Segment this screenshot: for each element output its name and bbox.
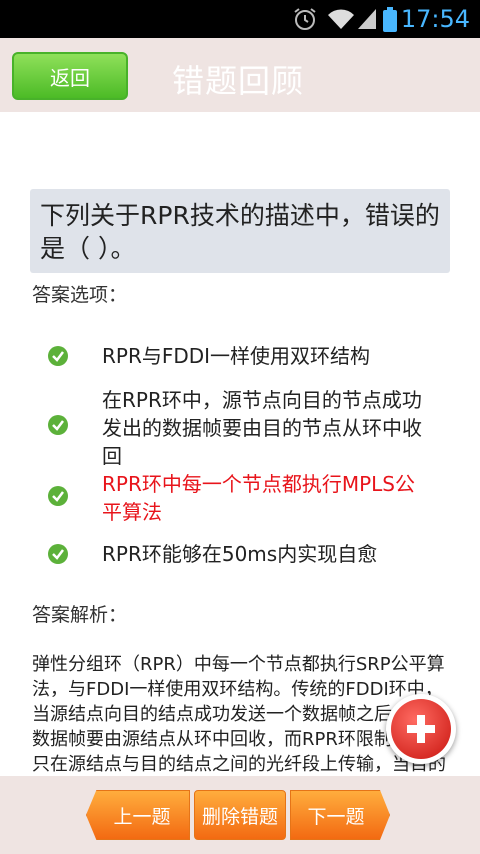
status-bar: 17:54: [0, 0, 480, 38]
back-button[interactable]: 返回: [12, 52, 128, 100]
delete-wrong-button[interactable]: 删除错题: [194, 790, 286, 840]
bottom-bar: 上一题 删除错题 下一题: [0, 776, 480, 854]
option-text: RPR与FDDI一样使用双环结构: [102, 344, 371, 368]
add-fab-button[interactable]: [386, 694, 456, 764]
analysis-label: 答案解析：: [32, 604, 128, 626]
fab-inner: [391, 699, 451, 759]
check-circle-icon: [48, 544, 68, 564]
check-circle-icon: [48, 486, 68, 506]
prev-question-button[interactable]: 上一题: [86, 790, 190, 840]
option-text: RPR环能够在50ms内实现自愈: [102, 542, 378, 566]
option-text: 在RPR环中，源节点向目的节点成功发出的数据帧要由目的节点从环中收回: [102, 388, 422, 468]
battery-icon: [383, 7, 397, 32]
status-time: 17:54: [400, 5, 470, 33]
check-circle-icon: [48, 346, 68, 366]
options-label: 答案选项：: [32, 284, 128, 306]
page-title: 错题回顾: [172, 62, 305, 100]
signal-icon: [358, 9, 376, 29]
next-question-button[interactable]: 下一题: [290, 790, 390, 840]
check-circle-icon: [48, 415, 68, 435]
wifi-icon: [328, 9, 354, 29]
option-text: RPR环中每一个节点都执行MPLS公平算法: [102, 472, 416, 524]
header: 返回 错题回顾: [0, 38, 480, 112]
question-text: 下列关于RPR技术的描述中，错误的是（ ）。: [30, 189, 450, 273]
plus-icon: [407, 715, 435, 743]
alarm-icon: [294, 8, 316, 30]
